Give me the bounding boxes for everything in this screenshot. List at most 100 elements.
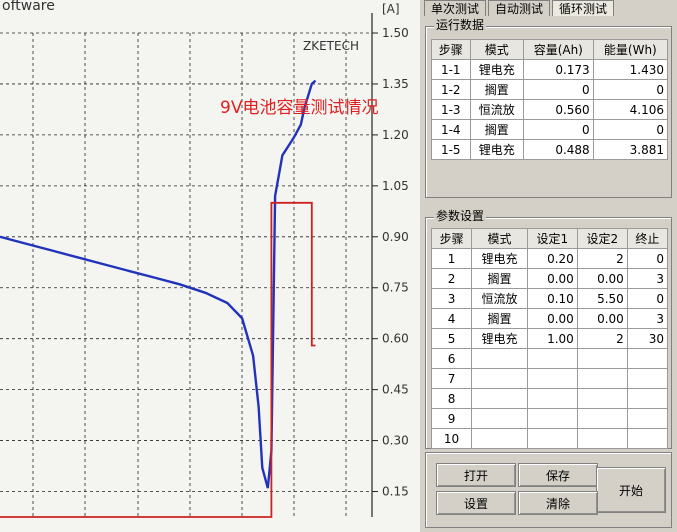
params-cell <box>471 428 528 449</box>
run-data-cell: 3.881 <box>592 139 669 160</box>
axis-tick-label: 1.05 <box>382 179 409 193</box>
start-button[interactable]: 开始 <box>596 467 666 513</box>
params-cell <box>576 428 628 449</box>
params-cell: 5.50 <box>576 288 628 309</box>
params-cell <box>576 348 628 369</box>
run-data-group: 运行数据 步骤 模式 容量(Ah) 能量(Wh) 1-1 锂电充 0.173 1.430 1-… <box>425 18 672 198</box>
params-row[interactable]: 5 锂电充 1.00 2 30 <box>430 328 669 349</box>
run-data-col-header: 容量(Ah) <box>522 39 594 60</box>
params-cell: 3 <box>430 288 473 309</box>
tab-auto-test[interactable]: 自动测试 <box>488 0 551 16</box>
axis-tick-label: 0.75 <box>382 281 409 295</box>
params-col-header: 步骤 <box>430 228 473 249</box>
params-col-header: 模式 <box>471 228 528 249</box>
params-cell <box>626 388 669 409</box>
run-data-col-header: 能量(Wh) <box>592 39 669 60</box>
params-cell <box>471 388 528 409</box>
params-col-header: 设定2 <box>576 228 628 249</box>
run-data-cell: 搁置 <box>469 79 524 100</box>
brand-label: ZKETECH <box>303 39 359 53</box>
params-cell: 3 <box>626 308 669 329</box>
params-cell <box>526 408 578 429</box>
params-cell: 1.00 <box>526 328 578 349</box>
params-cell: 7 <box>430 368 473 389</box>
chart-svg: 1.50 1.35 1.20 1.05 0.90 0.75 0.60 0.45 0.30 0.15… <box>0 0 409 518</box>
tab-single-test[interactable]: 单次测试 <box>424 0 487 16</box>
params-cell: 3 <box>626 268 669 289</box>
params-cell: 5 <box>430 328 473 349</box>
params-cell <box>576 388 628 409</box>
params-cell <box>626 348 669 369</box>
run-data-cell: 锂电充 <box>469 59 524 80</box>
params-row[interactable]: 10 <box>430 428 669 449</box>
run-data-body: 1-1 锂电充 0.173 1.430 1-2 搁置 0 0 1-3 恒流放 0.560 4.106 1… <box>431 59 669 160</box>
params-cell: 0 <box>626 288 669 309</box>
clear-button[interactable]: 清除 <box>518 491 598 515</box>
params-cell <box>576 368 628 389</box>
params-cell: 6 <box>430 348 473 369</box>
run-data-cell: 搁置 <box>469 119 524 140</box>
params-row[interactable]: 1 锂电充 0.20 2 0 <box>430 248 669 269</box>
run-data-col-header: 模式 <box>469 39 524 60</box>
run-data-cell: 1.430 <box>592 59 669 80</box>
params-header-row: 步骤 模式 设定1 设定2 终止 <box>430 228 669 249</box>
params-cell: 锂电充 <box>471 328 528 349</box>
params-cell: 搁置 <box>471 308 528 329</box>
params-cell <box>626 368 669 389</box>
run-data-cell: 0 <box>592 79 669 100</box>
params-cell: 锂电充 <box>471 248 528 269</box>
params-cell <box>526 348 578 369</box>
params-cell: 8 <box>430 388 473 409</box>
params-cell: 2 <box>576 248 628 269</box>
axis-tick-label: 0.90 <box>382 230 409 244</box>
axis-tick-label: 0.15 <box>382 485 409 499</box>
params-cell: 0.20 <box>526 248 578 269</box>
params-cell: 搁置 <box>471 268 528 289</box>
voltage-series-line <box>0 79 317 489</box>
params-cell: 10 <box>430 428 473 449</box>
axis-tick-label: 0.30 <box>382 434 409 448</box>
run-data-row[interactable]: 1-3 恒流放 0.560 4.106 <box>431 99 669 120</box>
params-row[interactable]: 3 恒流放 0.10 5.50 0 <box>430 288 669 309</box>
params-row[interactable]: 6 <box>430 348 669 369</box>
params-cell <box>526 428 578 449</box>
run-data-row[interactable]: 1-2 搁置 0 0 <box>431 79 669 100</box>
run-data-row[interactable]: 1-5 锂电充 0.488 3.881 <box>431 139 669 160</box>
params-row[interactable]: 9 <box>430 408 669 429</box>
run-data-cell: 0.560 <box>522 99 594 120</box>
axis-ticks: 1.50 1.35 1.20 1.05 0.90 0.75 0.60 0.45 0.30 0.15 <box>371 13 409 517</box>
chart-panel: 1.50 1.35 1.20 1.05 0.90 0.75 0.60 0.45 0.30 0.15… <box>0 0 420 532</box>
settings-button[interactable]: 设置 <box>436 491 516 515</box>
run-data-cell: 恒流放 <box>469 99 524 120</box>
params-cell <box>471 368 528 389</box>
params-col-header: 设定1 <box>526 228 578 249</box>
run-data-cell: 4.106 <box>592 99 669 120</box>
run-data-header-row: 步骤 模式 容量(Ah) 能量(Wh) <box>431 39 669 60</box>
params-cell: 2 <box>576 328 628 349</box>
params-group: 参数设置 步骤 模式 设定1 设定2 终止 1 锂电充 0.20 2 0 2 搁置 0.00 0.00 3… <box>425 209 672 449</box>
params-cell: 0.00 <box>576 268 628 289</box>
params-row[interactable]: 7 <box>430 368 669 389</box>
save-button[interactable]: 保存 <box>518 463 598 487</box>
control-panel: 单次测试 自动测试 循环测试 运行数据 步骤 模式 容量(Ah) 能量(Wh) 1-1… <box>420 0 677 532</box>
params-cell: 0 <box>626 248 669 269</box>
tab-cycle-test[interactable]: 循环测试 <box>552 0 615 16</box>
open-button[interactable]: 打开 <box>436 463 516 487</box>
params-cell: 2 <box>430 268 473 289</box>
params-cell <box>576 408 628 429</box>
run-data-cell: 0 <box>522 79 594 100</box>
params-body: 1 锂电充 0.20 2 0 2 搁置 0.00 0.00 3 3 恒流放 0.10 5.50 0 4 搁置 0.… <box>430 248 669 449</box>
run-data-row[interactable]: 1-4 搁置 0 0 <box>431 119 669 140</box>
params-cell: 9 <box>430 408 473 429</box>
tab-bar: 单次测试 自动测试 循环测试 <box>424 0 616 17</box>
axis-tick-label: 1.50 <box>382 26 409 40</box>
run-data-cell: 0 <box>592 119 669 140</box>
params-row[interactable]: 4 搁置 0.00 0.00 3 <box>430 308 669 329</box>
params-cell <box>626 408 669 429</box>
axis-tick-label: 0.60 <box>382 332 409 346</box>
params-row[interactable]: 2 搁置 0.00 0.00 3 <box>430 268 669 289</box>
run-data-cell: 1-2 <box>431 79 471 100</box>
params-row[interactable]: 8 <box>430 388 669 409</box>
run-data-row[interactable]: 1-1 锂电充 0.173 1.430 <box>431 59 669 80</box>
axis-tick-label: 1.35 <box>382 77 409 91</box>
